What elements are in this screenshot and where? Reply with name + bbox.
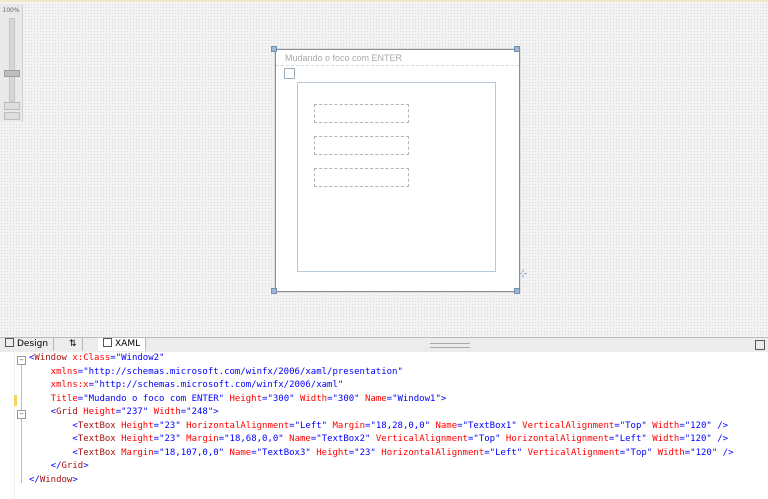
grid-container[interactable] xyxy=(297,82,496,272)
resize-handle-top-right[interactable] xyxy=(514,46,520,52)
editor-gutter xyxy=(0,352,15,499)
xaml-view-icon xyxy=(103,338,112,347)
zoom-fit-button[interactable] xyxy=(4,112,20,120)
top-divider xyxy=(0,0,768,2)
code-line[interactable]: </Window> xyxy=(29,474,78,488)
tab-design-label: Design xyxy=(17,339,49,349)
splitter-grip[interactable] xyxy=(430,343,470,348)
designer-window[interactable]: Mudando o foco com ENTER xyxy=(275,49,520,292)
code-line[interactable]: <Grid Height="237" Width="248"> xyxy=(29,406,219,420)
fold-guide xyxy=(21,365,22,483)
zoom-slider-track[interactable] xyxy=(9,18,15,102)
grid-adorner-icon[interactable] xyxy=(284,68,295,79)
resize-grip-icon[interactable]: ⊹ xyxy=(517,268,529,280)
code-line[interactable]: xmlns="http://schemas.microsoft.com/winf… xyxy=(29,366,403,380)
code-line[interactable]: xmlns:x="http://schemas.microsoft.com/wi… xyxy=(29,379,344,393)
resize-handle-bottom-left[interactable] xyxy=(271,288,277,294)
window-title: Mudando o foco com ENTER xyxy=(285,53,403,63)
zoom-slider-panel[interactable]: 100% xyxy=(0,4,23,122)
textbox-2[interactable] xyxy=(314,136,409,155)
textbox-1[interactable] xyxy=(314,104,409,123)
title-divider xyxy=(276,65,519,66)
resize-handle-bottom-right[interactable] xyxy=(514,288,520,294)
resize-handle-top-left[interactable] xyxy=(271,46,277,52)
textbox-3[interactable] xyxy=(314,168,409,187)
code-line[interactable]: <TextBox Height="23" Margin="18,68,0,0" … xyxy=(29,433,728,447)
view-tab-bar: Design ⇅ XAML xyxy=(0,337,768,353)
code-line[interactable]: <TextBox Height="23" HorizontalAlignment… xyxy=(29,420,728,434)
tab-design[interactable]: Design xyxy=(0,338,55,351)
xaml-editor[interactable]: − − <Window x:Class="Window2" xmlns="htt… xyxy=(0,352,768,499)
code-line[interactable]: <TextBox Margin="18,107,0,0" Name="TextB… xyxy=(29,447,733,461)
fold-toggle-window-icon[interactable]: − xyxy=(17,356,26,365)
code-line[interactable]: </Grid> xyxy=(29,460,89,474)
collapse-pane-icon[interactable] xyxy=(755,340,765,350)
zoom-in-button[interactable] xyxy=(4,102,20,110)
code-line[interactable]: Title="Mudando o foco com ENTER" Height=… xyxy=(29,393,447,407)
swap-panes-icon: ⇅ xyxy=(69,339,77,349)
change-marker xyxy=(14,395,17,406)
zoom-level-label: 100% xyxy=(2,7,20,14)
tab-xaml[interactable]: XAML xyxy=(98,338,147,351)
zoom-slider-thumb[interactable] xyxy=(4,70,20,77)
tab-xaml-label: XAML xyxy=(115,339,141,349)
design-surface[interactable]: 100% Mudando o foco com ENTER ⊹ xyxy=(0,0,768,337)
code-line[interactable]: <Window x:Class="Window2" xyxy=(29,352,165,366)
fold-toggle-grid-icon[interactable]: − xyxy=(17,410,26,419)
swap-panes-button[interactable]: ⇅ xyxy=(64,338,83,351)
design-view-icon xyxy=(5,338,14,347)
